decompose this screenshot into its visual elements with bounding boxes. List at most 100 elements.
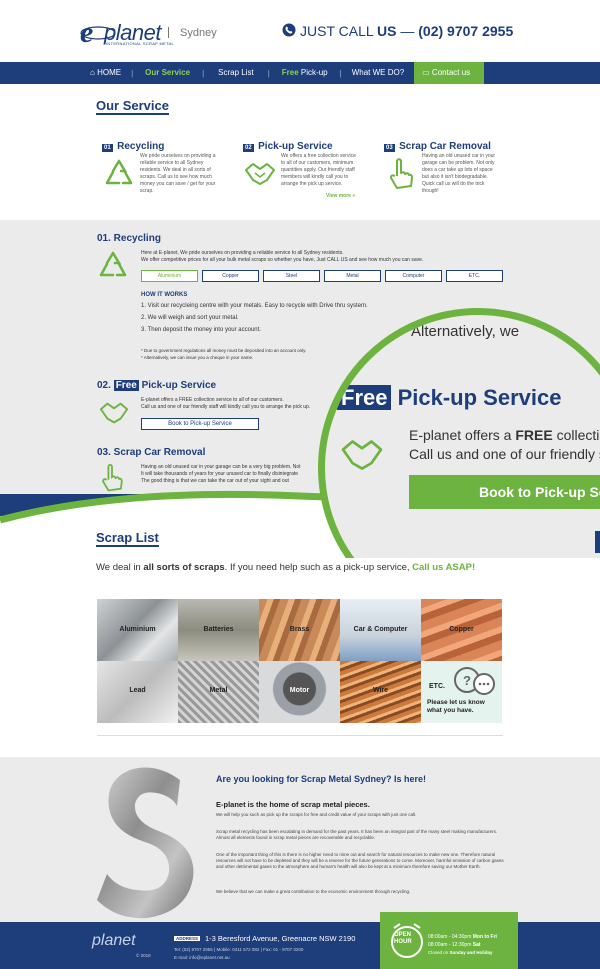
- nav-home-label: HOME: [97, 68, 122, 77]
- pickup-text-2: Call us and one of our friendly staff wi…: [141, 404, 311, 410]
- home-icon: ⌂: [90, 68, 98, 77]
- tab-metal[interactable]: Metal: [324, 270, 381, 282]
- time-weekday: 08:00am - 04:30pm: [428, 934, 472, 940]
- footer-logo[interactable]: planet: [92, 932, 136, 950]
- scrap-list-intro: We deal in all sorts of scraps. If you n…: [96, 562, 475, 573]
- service-num: 01: [102, 144, 113, 152]
- zoom-book-button[interactable]: Book to Pick-up Se: [409, 475, 600, 509]
- nav-what-we-do[interactable]: What WE DO?: [342, 62, 414, 84]
- recycling-title: 01. Recycling: [97, 233, 161, 244]
- tile-copper[interactable]: Copper: [421, 599, 502, 661]
- closed-note: Closed on Sunday and Holiday: [428, 950, 493, 955]
- open-label: OPEN: [394, 932, 412, 938]
- service-card-car-removal[interactable]: 03 Scrap Car Removal: [384, 136, 524, 154]
- zoom-line-1a: E-planet offers a: [409, 427, 516, 443]
- phone-callout[interactable]: JUST CALL US — (02) 9707 2955: [300, 23, 513, 39]
- pickup-free-badge: Free: [113, 380, 139, 391]
- about-p1: We will help you such as pick up the scr…: [216, 812, 417, 817]
- days-weekday: Mon to Fri: [472, 934, 497, 940]
- phone-number: (02) 9707 2955: [418, 23, 514, 39]
- intro-a: We deal in: [96, 562, 144, 573]
- tab-computer[interactable]: Computer: [385, 270, 442, 282]
- time-saturday: 08:00am - 12:30pm: [428, 942, 472, 948]
- footer-address: 1-3 Beresford Avenue, Greenacre NSW 2190: [205, 934, 356, 943]
- zoom-nav-fragment: [595, 531, 600, 553]
- scrap-divider: [97, 735, 503, 736]
- nav-pickup-label: Pick-up: [298, 68, 328, 77]
- scrap-grid: Aluminium Batteries Brass Car & Computer…: [97, 599, 503, 723]
- recycling-intro-2: We offer competitive prices for all your…: [141, 257, 424, 263]
- nav-free-pickup[interactable]: Free Pick-up: [270, 62, 340, 84]
- service-text: We pride ourselves on providing a reliab…: [140, 153, 216, 194]
- tile-label: Wire: [372, 687, 389, 694]
- nav-contact-label: Contact us: [431, 68, 471, 77]
- site-header: e planet INTERNATIONAL SCRAP METAL Sydne…: [0, 0, 600, 62]
- tile-label: Lead: [129, 687, 146, 694]
- recycling-intro: Here at E-planet, We pride ourselves on …: [141, 250, 344, 256]
- tab-etc[interactable]: ETC.: [446, 270, 503, 282]
- call-us-link[interactable]: Call us ASAP!: [412, 562, 475, 573]
- svg-text:?: ?: [463, 673, 471, 688]
- intro-b: all sorts of scraps: [143, 562, 225, 573]
- hours-saturday: 08:00am - 12:30pm Sat: [428, 942, 481, 948]
- tile-label: ETC.: [429, 683, 445, 690]
- tile-batteries[interactable]: Batteries: [178, 599, 259, 661]
- tab-steel[interactable]: Steel: [263, 270, 320, 282]
- tab-copper[interactable]: Copper: [202, 270, 259, 282]
- tile-label: Motor: [289, 687, 310, 694]
- tile-aluminium[interactable]: Aluminium: [97, 599, 178, 661]
- tile-label: Batteries: [203, 626, 234, 633]
- tab-aluminium[interactable]: Aluminium: [141, 270, 198, 282]
- zoom-free-badge: Free: [337, 385, 392, 410]
- metal-s-sculpture: [97, 767, 194, 919]
- recycle-icon: [105, 159, 133, 185]
- nav-free-label: Free: [281, 68, 299, 77]
- days-saturday: Sat: [472, 942, 481, 948]
- about-heading: Are you looking for Scrap Metal Sydney? …: [216, 774, 427, 784]
- tile-wire[interactable]: Wire: [340, 661, 421, 723]
- note-1: * Due to government regulations all mone…: [141, 348, 307, 353]
- zoom-circle: Alternatively, we Free Pick-up Service E…: [318, 308, 600, 558]
- nav-contact[interactable]: ▭ Contact us: [414, 62, 485, 84]
- service-card-recycling[interactable]: 01 Recycling: [102, 136, 232, 154]
- tile-label: Copper: [449, 626, 474, 633]
- tile-brass[interactable]: Brass: [259, 599, 340, 661]
- tile-etc[interactable]: ETC. ? Please let us know what you have.: [421, 661, 502, 723]
- service-title: Pick-up Service: [258, 141, 333, 152]
- tile-metal[interactable]: Metal: [178, 661, 259, 723]
- nav-home[interactable]: ⌂ HOME: [80, 62, 131, 84]
- closed-label: Closed on: [428, 950, 449, 955]
- service-text: We offers a free collection service to a…: [281, 153, 356, 187]
- about-p3: One of the important thing of this is th…: [216, 852, 504, 869]
- service-num: 03: [384, 144, 395, 152]
- book-pickup-button[interactable]: Book to Pick-up Service: [141, 418, 259, 430]
- nav-our-service[interactable]: Our Service: [133, 62, 202, 84]
- footer-tel: Tel: (02) 9707 2955 | Mobile: 0411 572 0…: [174, 947, 304, 952]
- step-3: 3. Then deposit the money into your acco…: [141, 327, 261, 333]
- tile-lead[interactable]: Lead: [97, 661, 178, 723]
- phone-us: US: [377, 23, 397, 39]
- footer-copyright: © 2018: [136, 953, 151, 958]
- view-more-link[interactable]: View more »: [326, 193, 355, 199]
- service-card-pickup[interactable]: 02 Pick-up Service: [243, 136, 373, 154]
- tile-car-computer[interactable]: Car & Computer: [340, 599, 421, 661]
- about-subheading: E-planet is the home of scrap metal piec…: [216, 800, 370, 809]
- pickup-text-1: E-planet offers a FREE collection servic…: [141, 397, 284, 403]
- about-p2: Scrap metal recycling has been escalatin…: [216, 829, 498, 840]
- pointing-hand-icon: [390, 158, 413, 189]
- speech-bubbles-icon: ?: [454, 667, 495, 695]
- intro-c: . If you need help such as a pick-up ser…: [224, 562, 413, 573]
- tile-label: Metal: [209, 687, 228, 694]
- about-p4: We believe that we can make a great cont…: [216, 889, 411, 894]
- service-num: 02: [243, 144, 254, 152]
- tile-motor[interactable]: Motor: [259, 661, 340, 723]
- phone-dash: —: [396, 23, 419, 39]
- our-service-title: Our Service: [96, 98, 169, 115]
- pickup-title-rest: Pick-up Service: [138, 380, 217, 391]
- etc-help-text: Please let us know what you have.: [427, 699, 485, 714]
- nav-scrap-list[interactable]: Scrap List: [204, 62, 268, 84]
- main-nav: ⌂ HOME | Our Service | Scrap List | Free…: [0, 62, 600, 84]
- footer-email[interactable]: E-mail: info@eplanet.net.au: [174, 955, 230, 960]
- handshake-icon: [99, 402, 129, 424]
- note-2: * Alternatively, we can issue you a cheq…: [141, 355, 254, 360]
